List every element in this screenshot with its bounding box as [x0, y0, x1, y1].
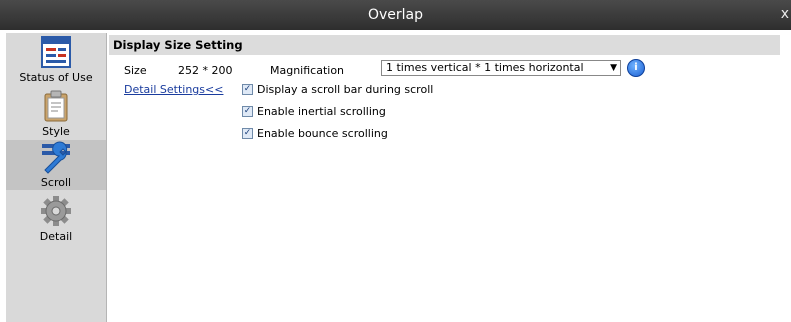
- title-bar: Overlap x: [0, 0, 791, 30]
- scroll-bar-checkbox[interactable]: ✓ Display a scroll bar during scroll: [242, 83, 433, 96]
- section-title: Display Size Setting: [109, 35, 780, 55]
- sidebar-item-label: Style: [42, 125, 70, 138]
- inertial-scrolling-checkbox[interactable]: ✓ Enable inertial scrolling: [242, 105, 386, 118]
- bounce-scrolling-checkbox[interactable]: ✓ Enable bounce scrolling: [242, 127, 388, 140]
- sidebar-item-style[interactable]: Style: [6, 89, 106, 139]
- sidebar-item-label: Detail: [39, 230, 73, 243]
- checkbox-checked[interactable]: ✓: [242, 84, 253, 95]
- magnification-value: 1 times vertical * 1 times horizontal: [386, 61, 584, 74]
- clipboard-icon: [44, 90, 68, 122]
- chevron-down-icon: ▼: [610, 63, 617, 73]
- status-icon: [41, 36, 71, 68]
- magnification-label: Magnification: [270, 64, 345, 77]
- checkbox-label: Enable bounce scrolling: [257, 127, 388, 140]
- sidebar: Status of Use Style Scroll Detail: [6, 33, 107, 322]
- checkbox-label: Enable inertial scrolling: [257, 105, 386, 118]
- main-panel: Display Size Setting Size 252 * 200 Magn…: [107, 33, 791, 322]
- sidebar-item-scroll[interactable]: Scroll: [6, 140, 106, 190]
- sidebar-item-detail[interactable]: Detail: [6, 194, 106, 244]
- info-icon[interactable]: i: [627, 59, 645, 77]
- checkbox-label: Display a scroll bar during scroll: [257, 83, 434, 96]
- window-title: Overlap: [367, 7, 424, 23]
- detail-settings-link[interactable]: Detail Settings<<: [124, 83, 223, 96]
- close-icon[interactable]: x: [781, 6, 789, 22]
- checkbox-checked[interactable]: ✓: [242, 106, 253, 117]
- sidebar-item-label: Scroll: [40, 176, 72, 189]
- sidebar-item-label: Status of Use: [19, 71, 93, 84]
- gear-icon: [41, 196, 71, 226]
- size-value: 252 * 200: [178, 64, 233, 77]
- size-label: Size: [124, 64, 147, 77]
- checkbox-checked[interactable]: ✓: [242, 128, 253, 139]
- sidebar-item-status-of-use[interactable]: Status of Use: [6, 35, 106, 87]
- magnification-select[interactable]: 1 times vertical * 1 times horizontal ▼: [381, 60, 621, 76]
- wrench-icon: [42, 141, 70, 174]
